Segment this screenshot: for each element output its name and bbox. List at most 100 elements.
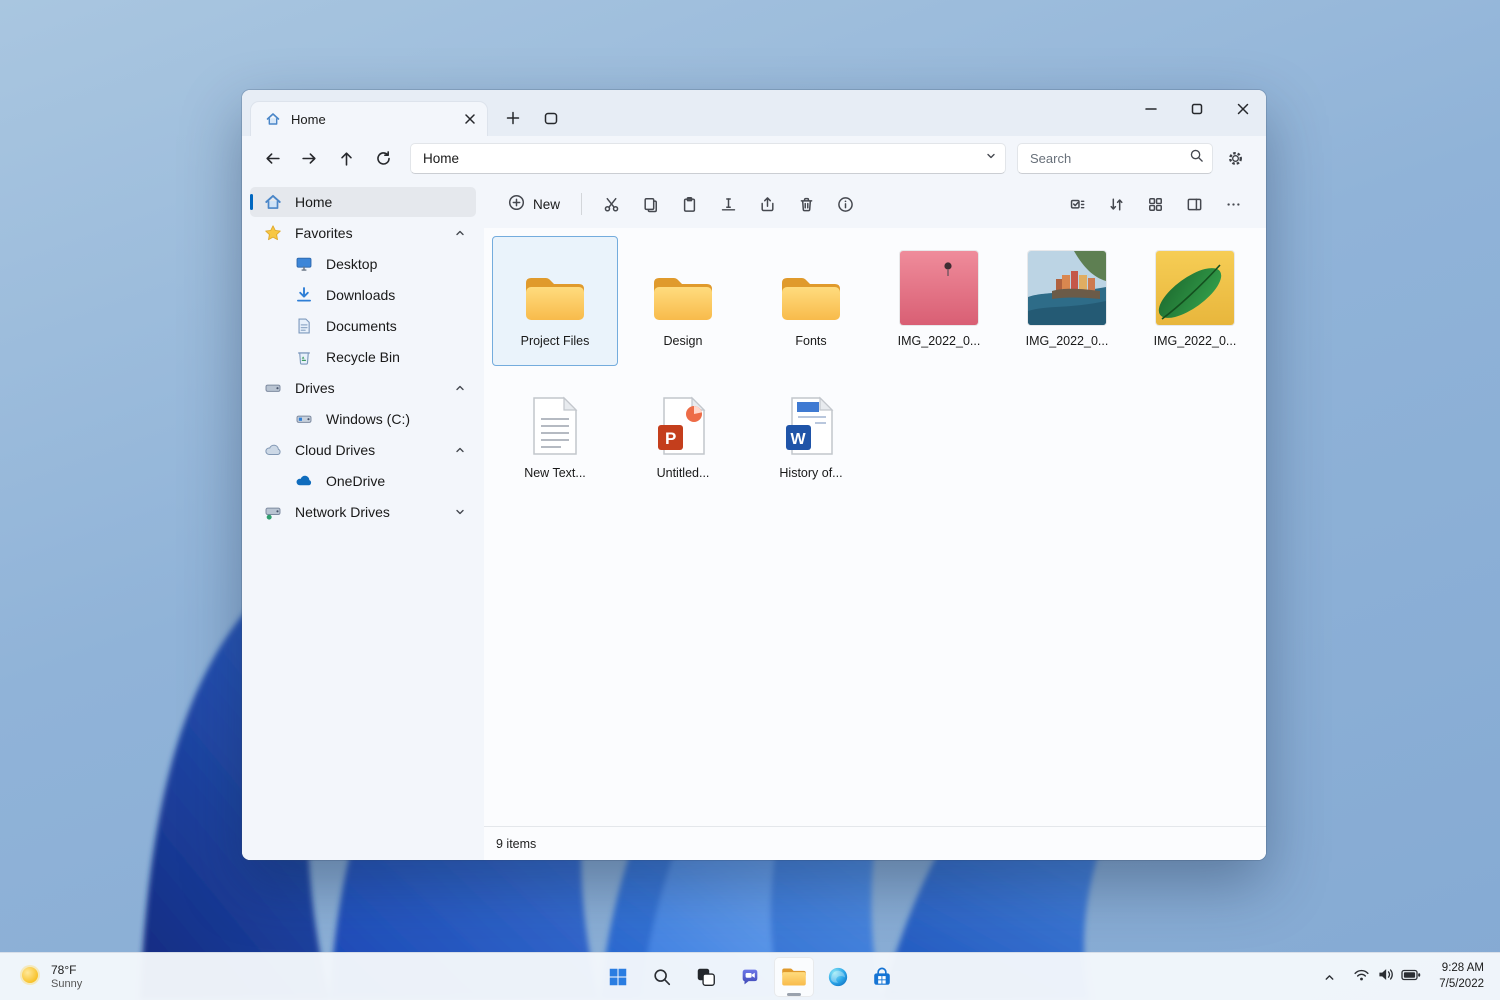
info-icon[interactable] bbox=[827, 188, 864, 220]
image-thumbnail-pink-wall bbox=[900, 245, 978, 325]
sidebar-item-windows-c[interactable]: Windows (C:) bbox=[250, 404, 476, 434]
search-icon[interactable] bbox=[1189, 148, 1204, 168]
refresh-icon[interactable] bbox=[367, 143, 399, 173]
network-volume-battery-group[interactable] bbox=[1345, 959, 1429, 995]
file-name: Design bbox=[664, 334, 703, 348]
view-icon[interactable] bbox=[1137, 188, 1174, 220]
sidebar-item-drives[interactable]: Drives bbox=[250, 373, 476, 403]
sidebar-item-downloads[interactable]: Downloads bbox=[250, 280, 476, 310]
copy-icon[interactable] bbox=[632, 188, 669, 220]
file-grid: Project Files Design Fon bbox=[492, 236, 1258, 498]
maximize-button[interactable] bbox=[1174, 90, 1220, 128]
sidebar-item-label: Documents bbox=[326, 318, 397, 334]
tray-chevron-up-icon[interactable] bbox=[1315, 959, 1343, 995]
sidebar-item-home[interactable]: Home bbox=[250, 187, 476, 217]
clock[interactable]: 9:28 AM 7/5/2022 bbox=[1431, 961, 1492, 992]
minimize-button[interactable] bbox=[1128, 90, 1174, 128]
start-icon[interactable] bbox=[598, 957, 638, 997]
edge-icon[interactable] bbox=[818, 957, 858, 997]
weather-condition: Sunny bbox=[51, 978, 82, 991]
address-bar[interactable] bbox=[410, 143, 1006, 174]
windows-drive-icon bbox=[295, 410, 313, 428]
image-thumbnail-green-leaf bbox=[1156, 245, 1234, 325]
file-tile-design[interactable]: Design bbox=[620, 236, 746, 366]
file-tile-project-files[interactable]: Project Files bbox=[492, 236, 618, 366]
file-name: Project Files bbox=[521, 334, 590, 348]
sidebar-item-label: Cloud Drives bbox=[295, 442, 375, 458]
address-input[interactable] bbox=[423, 151, 979, 166]
tab-title: Home bbox=[291, 112, 452, 127]
share-icon[interactable] bbox=[749, 188, 786, 220]
chat-icon[interactable] bbox=[730, 957, 770, 997]
delete-icon[interactable] bbox=[788, 188, 825, 220]
search-input[interactable] bbox=[1030, 151, 1183, 166]
chevron-up-icon[interactable] bbox=[454, 444, 466, 456]
file-tile-untitled-presentation[interactable]: P Untitled... bbox=[620, 368, 746, 498]
sidebar-item-documents[interactable]: Documents bbox=[250, 311, 476, 341]
paste-icon[interactable] bbox=[671, 188, 708, 220]
desktop: Home bbox=[0, 0, 1500, 1000]
cut-icon[interactable] bbox=[593, 188, 630, 220]
chevron-down-icon[interactable] bbox=[454, 506, 466, 518]
file-name: New Text... bbox=[524, 466, 586, 480]
taskbar-center-icons bbox=[598, 957, 902, 997]
up-icon[interactable] bbox=[330, 143, 362, 173]
tab-close-icon[interactable] bbox=[461, 110, 479, 128]
tab-actions-icon[interactable] bbox=[536, 104, 566, 132]
main-pane: New bbox=[484, 180, 1266, 860]
task-view-icon[interactable] bbox=[686, 957, 726, 997]
file-name: History of... bbox=[779, 466, 842, 480]
navigation-bar bbox=[242, 136, 1266, 180]
new-tab-button[interactable] bbox=[498, 104, 528, 132]
documents-icon bbox=[295, 317, 313, 335]
forward-icon[interactable] bbox=[293, 143, 325, 173]
image-thumbnail-coastal-town bbox=[1028, 245, 1106, 325]
file-list-area[interactable]: Project Files Design Fon bbox=[484, 228, 1266, 826]
sidebar-item-network-drives[interactable]: Network Drives bbox=[250, 497, 476, 527]
file-tile-image-1[interactable]: IMG_2022_0... bbox=[876, 236, 1002, 366]
sidebar-item-cloud-drives[interactable]: Cloud Drives bbox=[250, 435, 476, 465]
select-multiple-icon[interactable] bbox=[1059, 188, 1096, 220]
sidebar-item-onedrive[interactable]: OneDrive bbox=[250, 466, 476, 496]
folder-icon bbox=[651, 245, 715, 325]
new-plus-icon bbox=[508, 194, 525, 214]
chevron-up-icon[interactable] bbox=[454, 227, 466, 239]
clock-time: 9:28 AM bbox=[1439, 961, 1484, 977]
downloads-icon bbox=[295, 286, 313, 304]
chevron-down-icon[interactable] bbox=[985, 149, 997, 167]
system-tray: 9:28 AM 7/5/2022 bbox=[1315, 957, 1492, 997]
file-tile-fonts[interactable]: Fonts bbox=[748, 236, 874, 366]
file-name: IMG_2022_0... bbox=[1026, 334, 1109, 348]
file-name: IMG_2022_0... bbox=[1154, 334, 1237, 348]
settings-gear-icon[interactable] bbox=[1218, 143, 1252, 173]
tab-home[interactable]: Home bbox=[250, 101, 488, 136]
sidebar-item-recycle-bin[interactable]: Recycle Bin bbox=[250, 342, 476, 372]
new-button[interactable]: New bbox=[498, 188, 570, 220]
sidebar-item-desktop[interactable]: Desktop bbox=[250, 249, 476, 279]
item-count: 9 items bbox=[496, 837, 536, 851]
file-tile-image-2[interactable]: IMG_2022_0... bbox=[1004, 236, 1130, 366]
back-icon[interactable] bbox=[256, 143, 288, 173]
onedrive-icon bbox=[295, 472, 313, 490]
rename-icon[interactable] bbox=[710, 188, 747, 220]
sidebar: Home Favorites Desktop bbox=[242, 180, 484, 860]
sidebar-item-favorites[interactable]: Favorites bbox=[250, 218, 476, 248]
file-tile-image-3[interactable]: IMG_2022_0... bbox=[1132, 236, 1258, 366]
file-tile-new-text[interactable]: New Text... bbox=[492, 368, 618, 498]
folder-icon bbox=[779, 245, 843, 325]
volume-icon bbox=[1377, 967, 1394, 987]
more-ellipsis-icon[interactable] bbox=[1215, 188, 1252, 220]
sidebar-item-label: Windows (C:) bbox=[326, 411, 410, 427]
search-box[interactable] bbox=[1017, 143, 1213, 174]
weather-widget[interactable]: 78°F Sunny bbox=[10, 957, 90, 997]
toolbar-divider bbox=[581, 193, 582, 215]
taskbar-search-icon[interactable] bbox=[642, 957, 682, 997]
battery-icon bbox=[1401, 968, 1421, 987]
preview-pane-icon[interactable] bbox=[1176, 188, 1213, 220]
close-button[interactable] bbox=[1220, 90, 1266, 128]
sort-icon[interactable] bbox=[1098, 188, 1135, 220]
store-icon[interactable] bbox=[862, 957, 902, 997]
file-tile-history-of-document[interactable]: W History of... bbox=[748, 368, 874, 498]
file-explorer-icon[interactable] bbox=[774, 957, 814, 997]
chevron-up-icon[interactable] bbox=[454, 382, 466, 394]
